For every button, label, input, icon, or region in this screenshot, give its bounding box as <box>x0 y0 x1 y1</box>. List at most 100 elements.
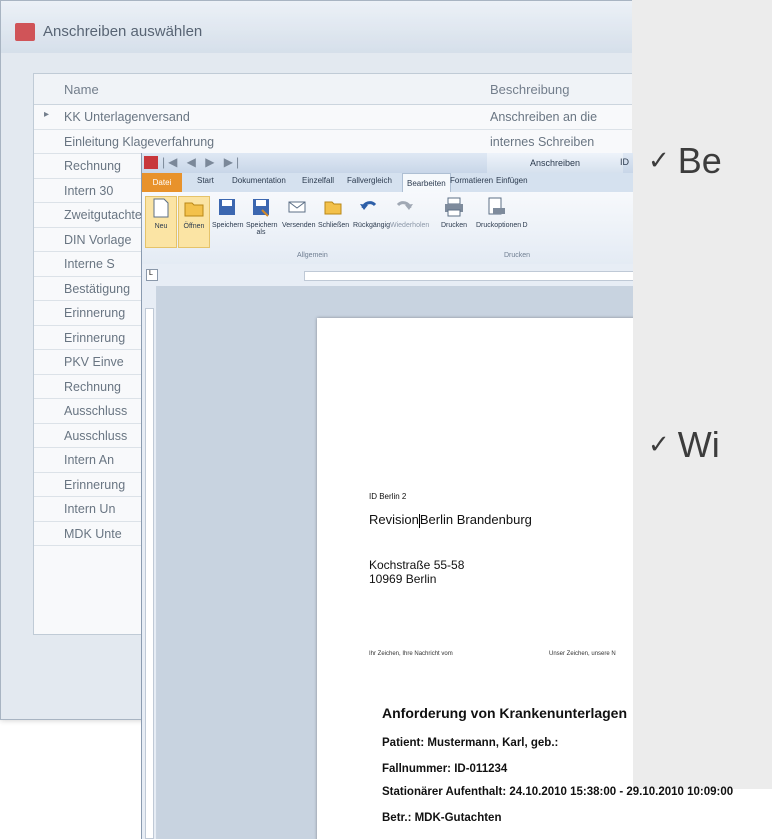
print-options-button[interactable]: Druckoptionen <box>476 196 521 229</box>
row-name: PKV Einve <box>64 355 124 369</box>
patient-line: Patient: Mustermann, Karl, geb.: <box>382 737 559 749</box>
redo-button[interactable]: Wiederholen <box>390 196 429 229</box>
slide-background-panel <box>632 0 772 789</box>
folder-close-icon <box>324 201 342 215</box>
document-page[interactable] <box>317 318 633 839</box>
address-street: Kochstraße 55-58 <box>369 558 465 572</box>
redo-button-label: Wiederholen <box>390 222 430 229</box>
table-row[interactable]: ▸ KK Unterlagenversand Anschreiben an die <box>34 105 662 130</box>
tab-einfuegen[interactable]: Einfügen <box>496 176 528 185</box>
ribbon: Neu Öffnen Speichern Speichern als Verse… <box>142 192 633 265</box>
row-name: Intern An <box>64 453 115 467</box>
stay-line: Stationärer Aufenthalt: 24.10.2010 15:38… <box>382 786 734 798</box>
row-name: Zweitgutachten <box>64 208 149 222</box>
table-row[interactable]: Einleitung Klageverfahrung internes Schre… <box>34 130 662 154</box>
tab-bearbeiten[interactable]: Bearbeiten <box>402 173 451 193</box>
bullet-2: ✓ Wi <box>648 424 720 466</box>
letter-subject: Anforderung von Krankenunterlagen <box>382 705 628 721</box>
ribbon-tabs: Datei Start Dokumentation Einzelfall Fal… <box>142 173 633 193</box>
new-button-label: Neu <box>154 223 168 230</box>
check-icon: ✓ <box>648 145 670 175</box>
folder-open-icon <box>184 202 204 217</box>
check-icon: ✓ <box>648 429 670 459</box>
row-name: Ausschluss <box>64 404 128 418</box>
quick-access-toolbar: |◀ ◀ ▶ ▶| Anschreiben ID <box>142 153 633 173</box>
save-button[interactable]: Speichern <box>212 196 244 229</box>
tab-dokumentation[interactable]: Dokumentation <box>232 176 286 185</box>
dialog-title: Anschreiben auswählen <box>43 23 203 40</box>
row-name: KK Unterlagenversand <box>64 110 190 124</box>
new-button[interactable]: Neu <box>145 196 177 248</box>
case-number-line: Fallnummer: ID-011234 <box>382 763 508 775</box>
tab-selector[interactable]: L <box>146 269 158 281</box>
save-as-label-1: Speichern <box>246 222 278 229</box>
save-as-label-2: als <box>256 229 266 236</box>
undo-button-label: Rückgängig <box>353 222 390 229</box>
reference-right: Unser Zeichen, unsere N <box>549 651 616 657</box>
subject-reference-line: Betr.: MDK-Gutachten <box>382 812 502 824</box>
sender-line: ID Berlin 2 <box>369 492 407 501</box>
horizontal-ruler[interactable]: L <box>142 264 633 287</box>
undo-icon <box>360 201 377 210</box>
close-document-button[interactable]: Schließen <box>318 196 350 229</box>
row-name: Erinnerung <box>64 477 126 492</box>
send-button-label: Versenden <box>282 222 316 229</box>
group-drucken: Drucken <box>504 252 531 259</box>
column-header-description[interactable]: Beschreibung <box>490 82 570 97</box>
tab-formatieren[interactable]: Formatieren <box>450 176 493 185</box>
vertical-ruler-strip <box>145 308 154 839</box>
new-document-icon <box>153 198 169 218</box>
undo-button[interactable]: Rückgängig <box>353 196 390 229</box>
stay-line-clip: Stationärer Aufenthalt: 24.10.2010 15:38… <box>382 786 772 802</box>
row-description: Anschreiben an die <box>490 110 598 124</box>
column-header-name[interactable]: Name <box>64 82 99 97</box>
send-button[interactable]: Versenden <box>282 196 316 229</box>
printer-icon <box>445 197 463 217</box>
save-as-icon <box>253 199 269 217</box>
app-icon <box>144 156 158 169</box>
app-icon <box>15 23 35 41</box>
row-name: Ausschluss <box>64 428 128 443</box>
row-name: Bestätigung <box>64 281 131 296</box>
row-name: Intern 30 <box>64 183 114 198</box>
group-allgemein: Allgemein <box>297 252 328 259</box>
row-name: Erinnerung <box>64 306 126 320</box>
tab-datei[interactable]: Datei <box>142 173 182 192</box>
print-button[interactable]: Drucken <box>439 196 469 229</box>
print-options-icon <box>488 197 505 215</box>
window-id-label: ID <box>620 157 629 167</box>
recipient-line[interactable]: RevisionBerlin Brandenburg <box>369 512 532 528</box>
bullet-1: ✓ Be <box>648 140 722 182</box>
row-name: Interne S <box>64 257 115 271</box>
tab-fallvergleich[interactable]: Fallvergleich <box>347 176 392 185</box>
save-icon <box>219 199 235 215</box>
row-description: internes Schreiben <box>490 134 595 149</box>
bullet-2-text: Wi <box>677 424 720 465</box>
vertical-ruler[interactable] <box>142 286 157 839</box>
ruler-strip <box>304 271 633 281</box>
row-name: DIN Vorlage <box>64 232 132 247</box>
dialog-titlebar: Anschreiben auswählen <box>1 1 663 53</box>
row-selector-icon: ▸ <box>44 109 50 120</box>
reference-left: Ihr Zeichen, Ihre Nachricht vom <box>369 651 453 657</box>
close-document-label: Schließen <box>318 222 350 229</box>
tab-selector-label: L <box>149 270 153 277</box>
address-city: 10969 Berlin <box>369 572 437 586</box>
row-name: Rechnung <box>64 159 121 173</box>
tab-einzelfall[interactable]: Einzelfall <box>302 176 334 185</box>
navigation-arrows[interactable]: |◀ ◀ ▶ ▶| <box>162 155 242 169</box>
more-button[interactable]: D <box>520 196 530 229</box>
print-button-label: Drucken <box>440 222 468 229</box>
save-button-label: Speichern <box>212 222 244 229</box>
open-button[interactable]: Öffnen <box>178 196 210 248</box>
redo-icon <box>396 201 413 210</box>
row-name: MDK Unte <box>64 526 122 541</box>
recipient-line-a: Revision <box>369 512 419 527</box>
context-tab-label: Anschreiben <box>487 153 623 173</box>
row-name: Rechnung <box>64 379 121 394</box>
row-name: Einleitung Klageverfahrung <box>64 134 215 149</box>
row-name: Intern Un <box>64 502 116 516</box>
tab-start[interactable]: Start <box>197 176 214 185</box>
save-as-button[interactable]: Speichern als <box>246 196 278 236</box>
print-options-label: Druckoptionen <box>476 222 522 229</box>
